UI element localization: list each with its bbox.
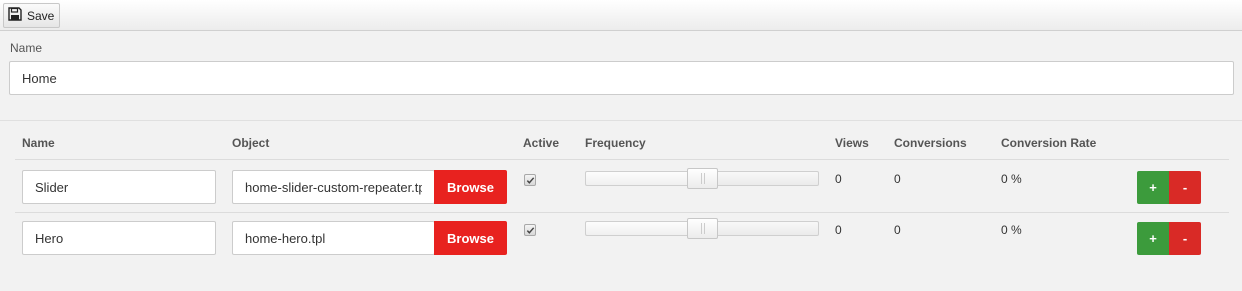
conversion-rate-value: 0 % bbox=[1001, 223, 1022, 237]
name-field[interactable] bbox=[9, 61, 1234, 95]
section-divider bbox=[0, 120, 1242, 121]
browse-button[interactable]: Browse bbox=[434, 221, 507, 255]
views-value: 0 bbox=[835, 223, 842, 237]
header-conversions: Conversions bbox=[894, 136, 967, 150]
slider-handle[interactable] bbox=[687, 218, 718, 239]
floppy-disk-icon bbox=[8, 7, 22, 24]
row-divider bbox=[15, 212, 1229, 213]
add-row-button[interactable]: + bbox=[1137, 171, 1169, 204]
conversion-rate-value: 0 % bbox=[1001, 172, 1022, 186]
conversions-value: 0 bbox=[894, 172, 901, 186]
slider-handle[interactable] bbox=[687, 168, 718, 189]
views-value: 0 bbox=[835, 172, 842, 186]
active-checkbox[interactable] bbox=[524, 224, 536, 236]
browse-button[interactable]: Browse bbox=[434, 170, 507, 204]
row-object-input[interactable] bbox=[232, 221, 435, 255]
active-checkbox[interactable] bbox=[524, 174, 536, 186]
remove-row-button[interactable]: - bbox=[1169, 222, 1201, 255]
header-divider bbox=[15, 159, 1229, 160]
header-conversion-rate: Conversion Rate bbox=[1001, 136, 1097, 150]
save-label: Save bbox=[27, 8, 55, 23]
header-frequency: Frequency bbox=[585, 136, 646, 150]
frequency-slider[interactable] bbox=[585, 218, 819, 239]
slider-fill bbox=[586, 172, 702, 185]
row-name-input[interactable] bbox=[22, 221, 216, 255]
frequency-slider[interactable] bbox=[585, 168, 819, 189]
remove-row-button[interactable]: - bbox=[1169, 171, 1201, 204]
header-views: Views bbox=[835, 136, 869, 150]
check-icon bbox=[526, 226, 534, 234]
toolbar: Save bbox=[0, 0, 1242, 31]
add-row-button[interactable]: + bbox=[1137, 222, 1169, 255]
name-label: Name bbox=[10, 41, 43, 55]
conversions-value: 0 bbox=[894, 223, 901, 237]
header-object: Object bbox=[232, 136, 270, 150]
header-active: Active bbox=[523, 136, 560, 150]
slider-fill bbox=[586, 222, 702, 235]
row-name-input[interactable] bbox=[22, 170, 216, 204]
save-button[interactable]: Save bbox=[3, 3, 60, 28]
row-object-input[interactable] bbox=[232, 170, 435, 204]
check-icon bbox=[526, 176, 534, 184]
header-name: Name bbox=[22, 136, 55, 150]
